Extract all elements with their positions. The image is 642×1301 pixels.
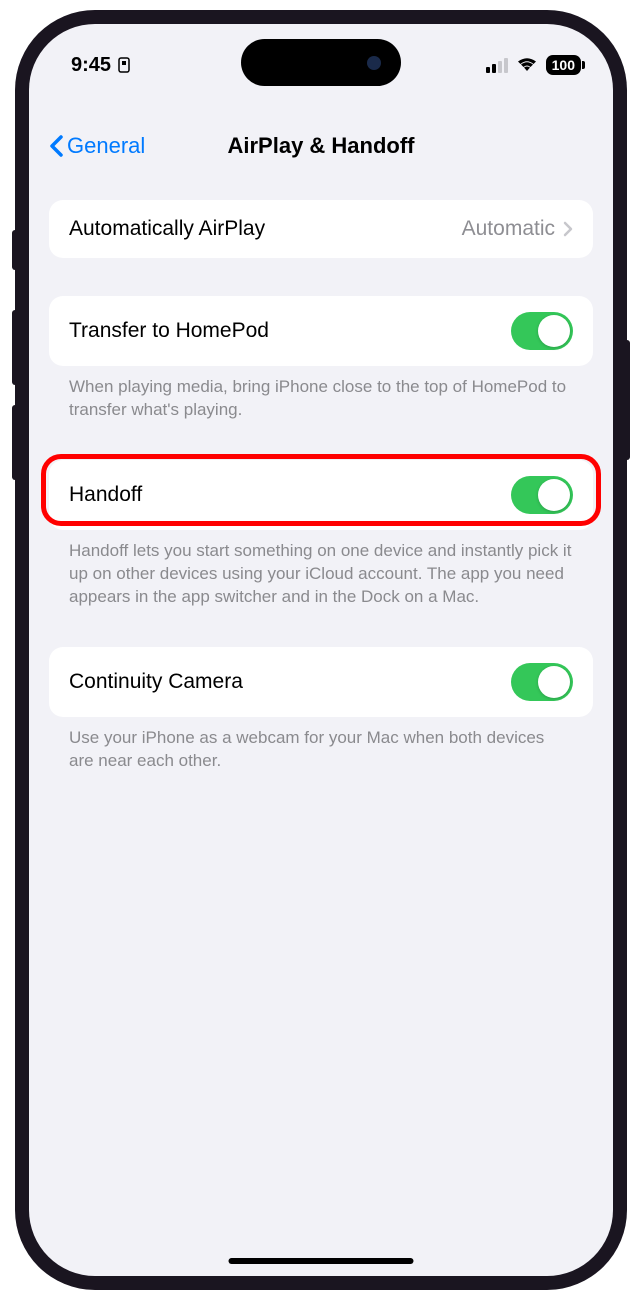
chevron-left-icon: [49, 135, 63, 157]
handoff-toggle[interactable]: [511, 476, 573, 514]
home-indicator[interactable]: [229, 1258, 414, 1264]
page-title: AirPlay & Handoff: [227, 133, 414, 159]
transfer-homepod-row: Transfer to HomePod: [49, 296, 593, 366]
auto-airplay-row[interactable]: Automatically AirPlay Automatic: [49, 200, 593, 258]
continuity-label: Continuity Camera: [69, 670, 243, 694]
continuity-section: Continuity Camera Use your iPhone as a w…: [49, 647, 593, 773]
notch-icon: [117, 57, 131, 73]
continuity-row: Continuity Camera: [49, 647, 593, 717]
settings-content: Automatically AirPlay Automatic Transfer…: [29, 170, 613, 773]
transfer-homepod-footer: When playing media, bring iPhone close t…: [49, 366, 593, 422]
status-time: 9:45: [71, 54, 111, 77]
continuity-toggle[interactable]: [511, 663, 573, 701]
auto-airplay-value: Automatic: [462, 217, 555, 241]
transfer-homepod-label: Transfer to HomePod: [69, 319, 269, 343]
phone-frame: 9:45 100 General AirPla: [15, 10, 627, 1290]
handoff-section: Handoff Handoff lets you start something…: [49, 460, 593, 609]
wifi-icon: [516, 57, 538, 73]
chevron-right-icon: [563, 221, 573, 237]
navigation-bar: General AirPlay & Handoff: [29, 122, 613, 170]
auto-airplay-section: Automatically AirPlay Automatic: [49, 200, 593, 258]
handoff-row: Handoff: [49, 460, 593, 530]
dynamic-island: [241, 39, 401, 86]
auto-airplay-label: Automatically AirPlay: [69, 217, 265, 241]
cellular-signal-icon: [486, 58, 508, 73]
handoff-footer: Handoff lets you start something on one …: [49, 530, 593, 609]
handoff-label: Handoff: [69, 483, 142, 507]
continuity-footer: Use your iPhone as a webcam for your Mac…: [49, 717, 593, 773]
phone-screen: 9:45 100 General AirPla: [29, 24, 613, 1276]
back-label: General: [67, 133, 145, 159]
transfer-homepod-toggle[interactable]: [511, 312, 573, 350]
battery-indicator: 100: [546, 55, 581, 75]
transfer-homepod-section: Transfer to HomePod When playing media, …: [49, 296, 593, 422]
battery-level: 100: [552, 57, 575, 73]
back-button[interactable]: General: [49, 133, 145, 159]
